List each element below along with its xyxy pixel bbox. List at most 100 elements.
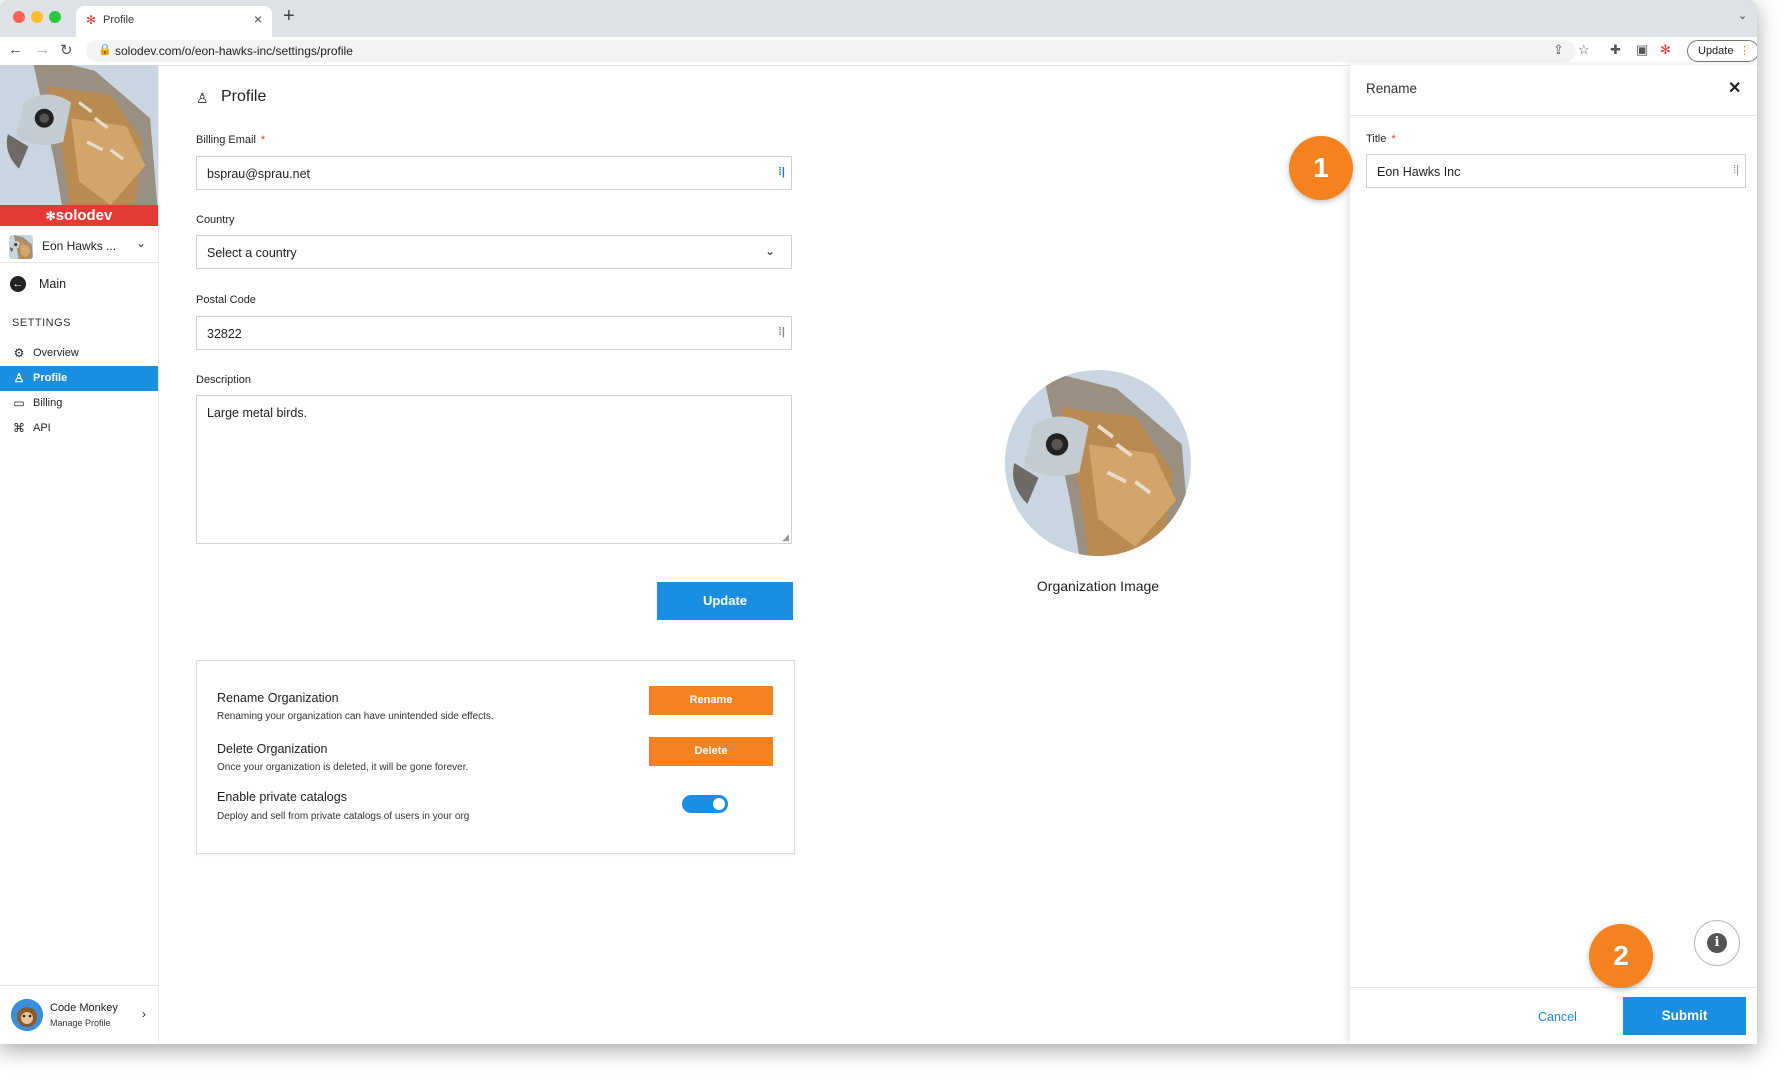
- callout-badge-1: 1: [1289, 136, 1353, 200]
- private-catalogs-toggle[interactable]: [682, 795, 728, 813]
- sidebar-item-label: Billing: [33, 397, 63, 409]
- share-icon[interactable]: ⇪: [1553, 42, 1564, 58]
- solodev-favicon-icon: ✻: [86, 13, 97, 27]
- sidebar-item-profile[interactable]: ♙ Profile: [0, 366, 158, 391]
- organization-actions-card: Rename Organization Renaming your organi…: [196, 660, 795, 854]
- sidebar-item-label: Overview: [33, 347, 79, 359]
- info-button[interactable]: i: [1694, 920, 1740, 966]
- org-avatar: [9, 235, 33, 259]
- sidebar-item-label: Main: [39, 277, 67, 291]
- tab-list-chevron-icon[interactable]: ⌄: [1738, 9, 1747, 22]
- org-logo-image: [0, 65, 158, 205]
- brand-logo[interactable]: ✻solodev: [0, 205, 158, 226]
- rename-panel: Rename ✕ Title * Eon Hawks Inc ⁞| i Cance…: [1350, 65, 1757, 1044]
- password-manager-icon[interactable]: ⁞|: [778, 166, 785, 178]
- user-icon: ♙: [196, 90, 209, 106]
- sidebar-item-label: Profile: [33, 372, 68, 384]
- billing-email-label: Billing Email *: [196, 134, 266, 146]
- private-catalogs-title: Enable private catalogs: [217, 790, 347, 804]
- delete-org-title: Delete Organization: [217, 742, 328, 756]
- postal-code-field[interactable]: 32822 ⁞|: [196, 316, 792, 350]
- password-manager-icon[interactable]: ⁞|: [1733, 164, 1739, 176]
- maximize-window-button[interactable]: [49, 11, 61, 23]
- password-manager-icon[interactable]: ⁞|: [778, 326, 785, 338]
- delete-org-subtitle: Once your organization is deleted, it wi…: [217, 762, 469, 773]
- close-icon[interactable]: ✕: [1728, 78, 1741, 98]
- org-selector[interactable]: Eon Hawks ... ⌄: [0, 230, 158, 263]
- description-textarea[interactable]: Large metal birds. ◢: [196, 395, 792, 544]
- chevron-right-icon: ›: [142, 1007, 146, 1021]
- sidebar-item-api[interactable]: ⌘ API: [0, 416, 158, 441]
- title-field-label-text: Title: [1366, 133, 1387, 145]
- sidebar-item-billing[interactable]: ▭ Billing: [0, 391, 158, 416]
- solodev-extension-icon[interactable]: ✻: [1660, 42, 1671, 58]
- user-icon: ♙: [13, 371, 25, 385]
- billing-email-label-text: Billing Email: [196, 134, 256, 146]
- sidebar-item-label: API: [33, 422, 51, 434]
- page-title: Profile: [221, 88, 267, 105]
- browser-tab[interactable]: ✻ Profile ×: [76, 6, 272, 37]
- organization-image-label: Organization Image: [1036, 578, 1160, 594]
- description-value: Large metal birds.: [207, 406, 308, 420]
- url-field[interactable]: 🔒 solodev.com/o/eon-hawks-inc/settings/p…: [86, 40, 1576, 62]
- rename-org-subtitle: Renaming your organization can have unin…: [217, 711, 494, 722]
- rename-panel-title: Rename: [1366, 81, 1418, 96]
- avatar: [11, 999, 43, 1031]
- settings-section-header: SETTINGS: [12, 317, 72, 329]
- browser-tab-bar: ✻ Profile × + ⌄: [0, 0, 1757, 37]
- rename-button[interactable]: Rename: [649, 686, 773, 715]
- submit-button[interactable]: Submit: [1623, 997, 1746, 1035]
- title-field-label: Title *: [1366, 133, 1396, 145]
- chevron-down-icon: ⌄: [136, 236, 147, 250]
- sidebar-item-main[interactable]: ← Main: [0, 272, 158, 298]
- rename-panel-footer: Cancel Submit: [1350, 987, 1757, 1044]
- minimize-window-button[interactable]: [31, 11, 43, 23]
- organization-image[interactable]: [1005, 370, 1191, 556]
- rename-panel-header: Rename ✕: [1350, 65, 1757, 116]
- info-icon: i: [1707, 933, 1727, 953]
- browser-update-button[interactable]: Update ⋮: [1687, 40, 1757, 62]
- brand-name: solodev: [55, 207, 113, 224]
- country-select-value: Select a country: [207, 246, 297, 260]
- title-input[interactable]: Eon Hawks Inc ⁞|: [1366, 154, 1746, 188]
- extensions-icon[interactable]: ✚: [1610, 42, 1621, 58]
- toggle-knob: [713, 798, 725, 810]
- chevron-down-icon: ⌄: [764, 244, 775, 258]
- resize-handle-icon[interactable]: ◢: [782, 532, 789, 543]
- user-profile-footer[interactable]: Code Monkey Manage Profile ›: [0, 985, 158, 1044]
- sidebar-item-overview[interactable]: ⚙ Overview: [0, 341, 158, 366]
- title-input-value: Eon Hawks Inc: [1377, 165, 1461, 179]
- tab-title: Profile: [103, 14, 135, 26]
- billing-email-value: bsprau@sprau.net: [207, 167, 311, 181]
- side-panel-icon[interactable]: ▣: [1636, 42, 1648, 58]
- country-label: Country: [196, 214, 235, 226]
- close-window-button[interactable]: [13, 11, 25, 23]
- forward-icon[interactable]: →: [35, 41, 50, 58]
- gear-icon: ⚙: [13, 346, 25, 360]
- browser-window: ✻ Profile × + ⌄ ← → ↻ 🔒 solodev.com/o/eo…: [0, 0, 1757, 1044]
- lock-icon: 🔒: [98, 44, 112, 56]
- billing-email-field[interactable]: bsprau@sprau.net ⁞|: [196, 156, 792, 190]
- delete-button[interactable]: Delete: [649, 737, 773, 766]
- address-bar: ← → ↻ 🔒 solodev.com/o/eon-hawks-inc/sett…: [0, 37, 1757, 66]
- update-button[interactable]: Update: [657, 582, 793, 620]
- description-label: Description: [196, 374, 252, 386]
- reload-icon[interactable]: ↻: [60, 41, 73, 59]
- user-name: Code Monkey: [50, 1002, 118, 1014]
- card-icon: ▭: [13, 396, 25, 410]
- back-icon[interactable]: ←: [8, 41, 23, 58]
- back-arrow-icon: ←: [10, 276, 26, 292]
- private-catalogs-subtitle: Deploy and sell from private catalogs of…: [217, 811, 470, 822]
- url-text: solodev.com/o/eon-hawks-inc/settings/pro…: [115, 44, 353, 58]
- close-tab-icon[interactable]: ×: [254, 11, 262, 27]
- org-name: Eon Hawks ...: [42, 239, 117, 253]
- new-tab-icon[interactable]: +: [283, 5, 295, 28]
- postal-code-value: 32822: [207, 327, 242, 341]
- api-icon: ⌘: [13, 421, 25, 435]
- bookmark-star-icon[interactable]: ☆: [1578, 42, 1590, 58]
- callout-badge-2: 2: [1589, 924, 1653, 988]
- cancel-button[interactable]: Cancel: [1538, 1010, 1577, 1024]
- country-select[interactable]: Select a country ⌄: [196, 235, 792, 269]
- sidebar: ✻solodev Eon Hawks ... ⌄ ← Main SETTINGS…: [0, 65, 159, 1044]
- rename-org-title: Rename Organization: [217, 691, 339, 705]
